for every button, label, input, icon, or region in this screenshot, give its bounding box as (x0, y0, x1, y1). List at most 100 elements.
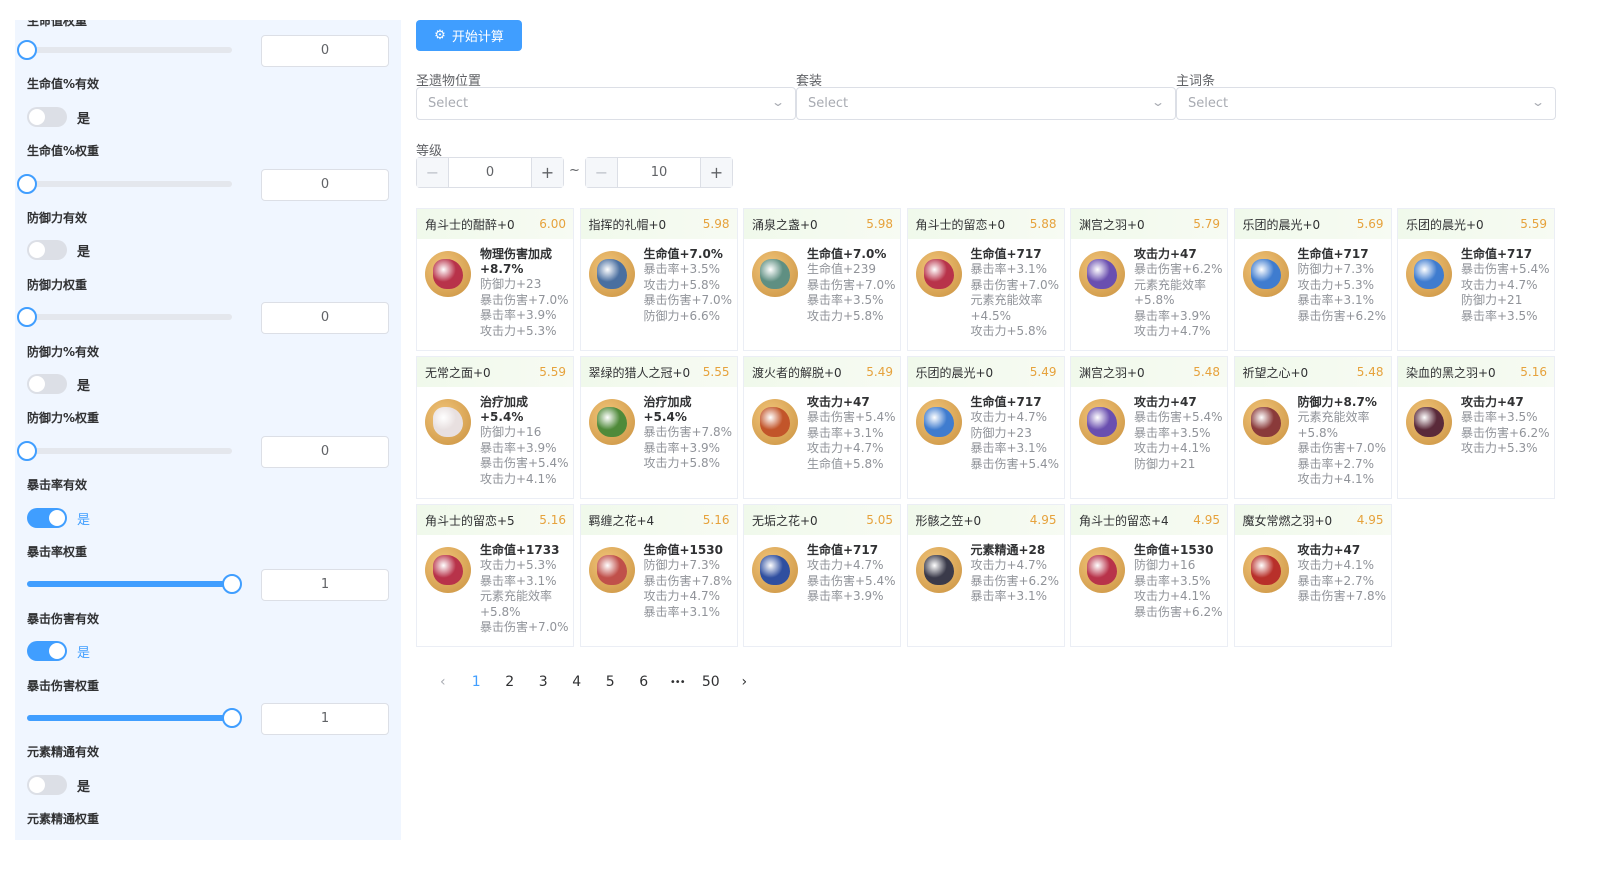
artifact-card[interactable]: 角斗士的留恋+0 5.88 生命值+717 暴击率+3.1% 暴击伤害+7.0% 元素充能… (906, 208, 1065, 351)
switch-label: 是 (77, 245, 91, 261)
weight-slider[interactable] (17, 40, 232, 60)
artifact-card[interactable]: 渊宫之羽+0 5.48 攻击力+47 暴击伤害+5.4% 暴击率+3.5% 攻击力+4.1… (1070, 356, 1228, 499)
artifact-card[interactable]: 魔女常燃之羽+0 4.95 攻击力+47 攻击力+4.1% 暴击率+2.7% 暴击伤害+7… (1233, 504, 1392, 647)
page-button-last[interactable]: 50 (694, 674, 728, 690)
enable-switch[interactable] (27, 374, 67, 394)
page-button[interactable]: 6 (627, 674, 661, 690)
artifact-card[interactable]: 指挥的礼帽+0 5.98 生命值+7.0% 暴击率+3.5% 攻击力+5.8% 暴击伤害+… (579, 208, 738, 351)
artifact-score: 5.55 (702, 365, 730, 379)
artifact-card[interactable]: 角斗士的留恋+5 5.16 生命值+1733 攻击力+5.3% 暴击率+3.1% 元素充能… (416, 504, 574, 647)
main-stat-select[interactable]: Select ⌄ (1176, 87, 1556, 120)
weight-input[interactable]: 0 (261, 435, 389, 468)
weight-slider[interactable] (17, 307, 232, 328)
enable-switch[interactable] (27, 106, 67, 127)
level-min-stepper[interactable]: − 0 + (416, 157, 564, 188)
artifact-card[interactable]: 渡火者的解脱+0 5.49 攻击力+47 暴击伤害+5.4% 暴击率+3.1% 攻击力+4… (743, 356, 901, 499)
artifact-card[interactable]: 角斗士的留恋+4 4.95 生命值+1530 防御力+16 暴击率+3.5% 攻击力+4.… (1070, 504, 1228, 647)
sub-stat: 暴击率+3.1% (643, 604, 721, 619)
slider-thumb[interactable] (17, 440, 37, 461)
weight-slider[interactable] (27, 574, 242, 595)
artifact-card-body: 攻击力+47 暴击伤害+5.4% 暴击率+3.5% 攻击力+4.1% 防御力+21 (1071, 387, 1227, 478)
page-button[interactable]: 4 (560, 674, 594, 690)
sub-stat: 攻击力+4.1% (1297, 558, 1375, 572)
artifact-glyph (596, 555, 627, 585)
increment-button[interactable]: + (700, 158, 732, 187)
artifact-card-body: 生命值+7.0% 生命值+239 暴击伤害+7.0% 暴击率+3.5% 攻击力+5.8% (744, 239, 900, 330)
artifact-card-header: 角斗士的留恋+0 5.88 (907, 209, 1064, 239)
main-stat: 生命值+1733 (480, 543, 560, 557)
sub-stat: 暴击率+3.9% (807, 589, 884, 603)
weight-slider[interactable] (17, 440, 232, 461)
artifact-card[interactable]: 渊宫之羽+0 5.79 攻击力+47 暴击伤害+6.2% 元素充能效率 +5.8% 暴击率+… (1070, 208, 1228, 351)
position-select[interactable]: Select ⌄ (416, 87, 796, 120)
sub-stat: 暴击伤害+5.4% (1461, 262, 1550, 276)
sub-stat: 攻击力+4.7% (970, 558, 1048, 572)
enable-switch[interactable] (27, 507, 67, 528)
sub-stat: 防御力+16 (1134, 558, 1196, 572)
switch-label: 是 (77, 512, 91, 528)
artifact-card[interactable]: 乐团的晨光+0 5.49 生命值+717 攻击力+4.7% 防御力+23 暴击率+3.1%… (906, 356, 1065, 499)
increment-button[interactable]: + (531, 158, 563, 187)
sub-stat: 暴击率+3.9% (480, 440, 557, 455)
artifact-card-header: 渊宫之羽+0 5.79 (1071, 209, 1227, 239)
slider-thumb[interactable] (222, 574, 242, 595)
decrement-button[interactable]: − (586, 158, 618, 187)
sub-stat: +4.5% (970, 308, 1012, 323)
slider-thumb[interactable] (17, 40, 37, 60)
weight-input[interactable]: 1 (261, 703, 389, 735)
page-button[interactable]: 2 (493, 674, 527, 690)
page-button[interactable]: 3 (527, 674, 561, 690)
sub-stat: 暴击伤害+5.4% (807, 410, 896, 424)
page-button[interactable]: 5 (594, 674, 628, 690)
weight-input[interactable]: 0 (261, 302, 389, 335)
decrement-button[interactable]: − (417, 158, 449, 187)
artifact-card[interactable]: 形骸之笠+0 4.95 元素精通+28 攻击力+4.7% 暴击伤害+6.2% 暴击率+3.… (906, 504, 1065, 647)
slider-thumb[interactable] (222, 708, 242, 728)
artifact-card[interactable]: 羁缠之花+4 5.16 生命值+1530 防御力+7.3% 暴击伤害+7.8% 攻击力+4… (579, 504, 738, 647)
main-stat: 元素精通+28 (970, 543, 1046, 557)
artifact-card[interactable]: 无常之面+0 5.59 治疗加成+5.4% 防御力+16 暴击率+3.9% 暴击伤害+5.… (416, 356, 574, 499)
pagination-ellipsis[interactable]: ••• (661, 677, 695, 688)
weight-label: 元素精通权重 (27, 812, 100, 827)
main-stat: 生命值+7.0% (643, 247, 723, 261)
weight-input[interactable]: 0 (261, 168, 389, 201)
artifact-card[interactable]: 祈望之心+0 5.48 防御力+8.7% 元素充能效率 +5.8% 暴击伤害+7.0% 暴击… (1233, 356, 1392, 499)
main-stat: 生命值+717 (807, 543, 879, 557)
artifact-card[interactable]: 涌泉之盏+0 5.98 生命值+7.0% 生命值+239 暴击伤害+7.0% 暴击率+3.… (743, 208, 901, 351)
artifact-glyph (1250, 407, 1281, 437)
artifact-card[interactable]: 角斗士的酣醉+0 6.00 物理伤害加成 +8.7% 防御力+23 暴击伤害+7.0% 暴击… (416, 208, 574, 351)
artifact-card-header: 角斗士的留恋+4 4.95 (1071, 505, 1227, 535)
sub-stat: 暴击率+3.5% (807, 293, 884, 307)
set-select[interactable]: Select ⌄ (796, 87, 1176, 120)
sand-icon (752, 399, 798, 445)
enable-switch[interactable] (27, 641, 67, 662)
level-max-stepper[interactable]: − 10 + (585, 157, 733, 188)
enable-switch[interactable] (27, 240, 67, 261)
artifact-card[interactable]: 乐团的晨光+0 5.69 生命值+717 防御力+7.3% 攻击力+5.3% 暴击率+3.… (1233, 208, 1392, 351)
artifact-card-body: 生命值+7.0% 暴击率+3.5% 攻击力+5.8% 暴击伤害+7.0% 防御力+6.6… (581, 239, 737, 330)
artifact-card[interactable]: 染血的黑之羽+0 5.16 攻击力+47 暴击率+3.5% 暴击伤害+6.2% 攻击力+5… (1397, 356, 1555, 499)
level-max-value[interactable]: 10 (618, 158, 700, 187)
prev-page-button[interactable]: ‹ (426, 674, 460, 690)
artifact-card[interactable]: 翠绿的猎人之冠+0 5.55 治疗加成+5.4% 暴击伤害+7.8% 暴击率+3.9% 攻… (579, 356, 738, 499)
level-min-value[interactable]: 0 (449, 158, 531, 187)
enable-switch[interactable] (27, 774, 67, 795)
weight-slider[interactable] (27, 708, 242, 728)
weight-slider[interactable] (17, 173, 232, 194)
slider-thumb[interactable] (17, 173, 37, 194)
slider-thumb[interactable] (17, 307, 37, 328)
artifact-card-body: 治疗加成+5.4% 防御力+16 暴击率+3.9% 暴击伤害+5.4% 攻击力+4.1% (417, 387, 573, 493)
artifact-name: 乐团的晨光+0 (1406, 217, 1484, 232)
sub-stat: 暴击伤害+5.4% (970, 456, 1060, 471)
weight-input[interactable]: 0 (261, 35, 389, 67)
page-button[interactable]: 1 (460, 674, 494, 690)
artifact-score: 5.48 (1193, 365, 1220, 379)
weight-input[interactable]: 1 (261, 569, 389, 602)
sub-stat: 暴击伤害+5.4% (1134, 410, 1223, 424)
sub-stat: 暴击率+3.9% (1134, 308, 1211, 323)
start-calc-button[interactable]: ⚙ 开始计算 (416, 20, 522, 51)
next-page-button[interactable]: › (728, 674, 762, 690)
artifact-card[interactable]: 无垢之花+0 5.05 生命值+717 攻击力+4.7% 暴击伤害+5.4% 暴击率+3.… (743, 504, 901, 647)
hat-icon (588, 251, 635, 297)
artifact-card[interactable]: 乐团的晨光+0 5.59 生命值+717 暴击伤害+5.4% 攻击力+4.7% 防御力+2… (1397, 208, 1555, 351)
